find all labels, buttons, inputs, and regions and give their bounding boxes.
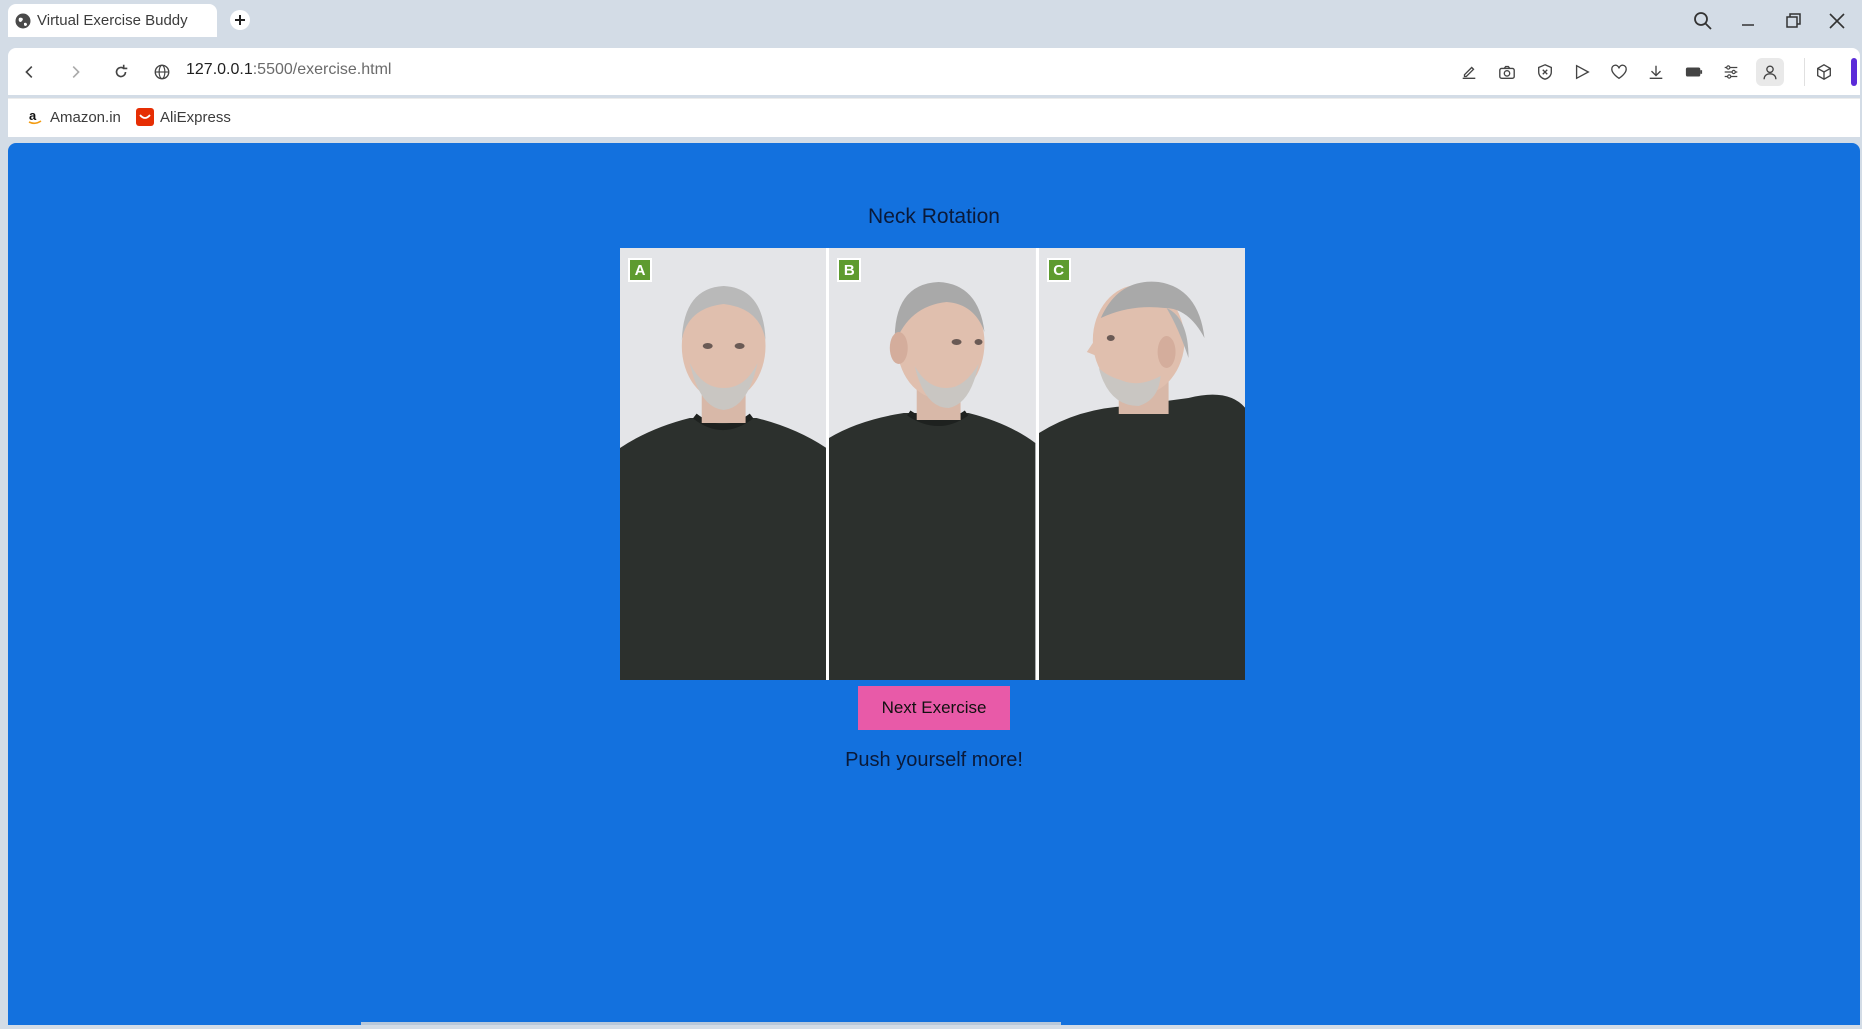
pose-label-a: A [628,258,652,282]
bookmark-amazon[interactable]: a Amazon.in [26,108,121,126]
page-viewport: Neck Rotation A B C Next Exercise Push y… [8,143,1860,1025]
svg-text:a: a [29,108,37,123]
browser-toolbar: 127.0.0.1:5500/exercise.html [8,48,1860,95]
download-icon[interactable] [1644,60,1668,84]
battery-icon[interactable] [1682,60,1706,84]
bookmark-label: Amazon.in [50,108,121,126]
bookmark-label: AliExpress [160,108,231,126]
close-button[interactable] [1824,8,1850,34]
pose-photo-a: A [620,248,827,680]
sidebar-toggle[interactable] [1851,58,1857,86]
play-icon[interactable] [1570,60,1594,84]
url-host: 127.0.0.1 [186,61,253,78]
reload-button[interactable] [109,60,133,84]
extensions-icon[interactable] [1812,60,1836,84]
url-path: :5500/exercise.html [252,61,392,78]
camera-icon[interactable] [1495,60,1519,84]
address-bar[interactable]: 127.0.0.1:5500/exercise.html [186,61,391,79]
pose-photo-c: C [1038,248,1245,680]
horizontal-scrollbar[interactable] [361,1022,1061,1025]
pose-label-c: C [1046,258,1071,282]
next-exercise-button[interactable]: Next Exercise [858,686,1010,730]
bookmarks-bar: a Amazon.in AliExpress [8,98,1860,137]
tab-title: Virtual Exercise Buddy [37,12,188,29]
globe-icon [15,13,31,29]
edit-icon[interactable] [1457,60,1481,84]
minimize-button[interactable] [1735,8,1761,34]
site-info-icon[interactable] [150,60,174,84]
back-button[interactable] [18,60,42,84]
aliexpress-icon [136,108,154,126]
toolbar-divider [1804,58,1805,86]
pose-label-b: B [837,258,862,282]
motivation-message: Push yourself more! [845,749,1023,771]
amazon-icon: a [26,108,44,126]
new-tab-button[interactable] [229,9,251,31]
exercise-image: A B C [620,248,1245,680]
heart-icon[interactable] [1607,60,1631,84]
pose-photo-b: B [829,248,1036,680]
settings-icon[interactable] [1719,60,1743,84]
exercise-title: Neck Rotation [868,205,1000,228]
bookmark-aliexpress[interactable]: AliExpress [136,108,231,126]
profile-icon[interactable] [1756,58,1784,86]
shield-icon[interactable] [1533,60,1557,84]
tab-strip: Virtual Exercise Buddy [0,0,1862,42]
restore-button[interactable] [1780,8,1806,34]
browser-tab[interactable]: Virtual Exercise Buddy [8,4,217,37]
forward-button[interactable] [63,60,87,84]
search-tabs-icon[interactable] [1690,8,1716,34]
